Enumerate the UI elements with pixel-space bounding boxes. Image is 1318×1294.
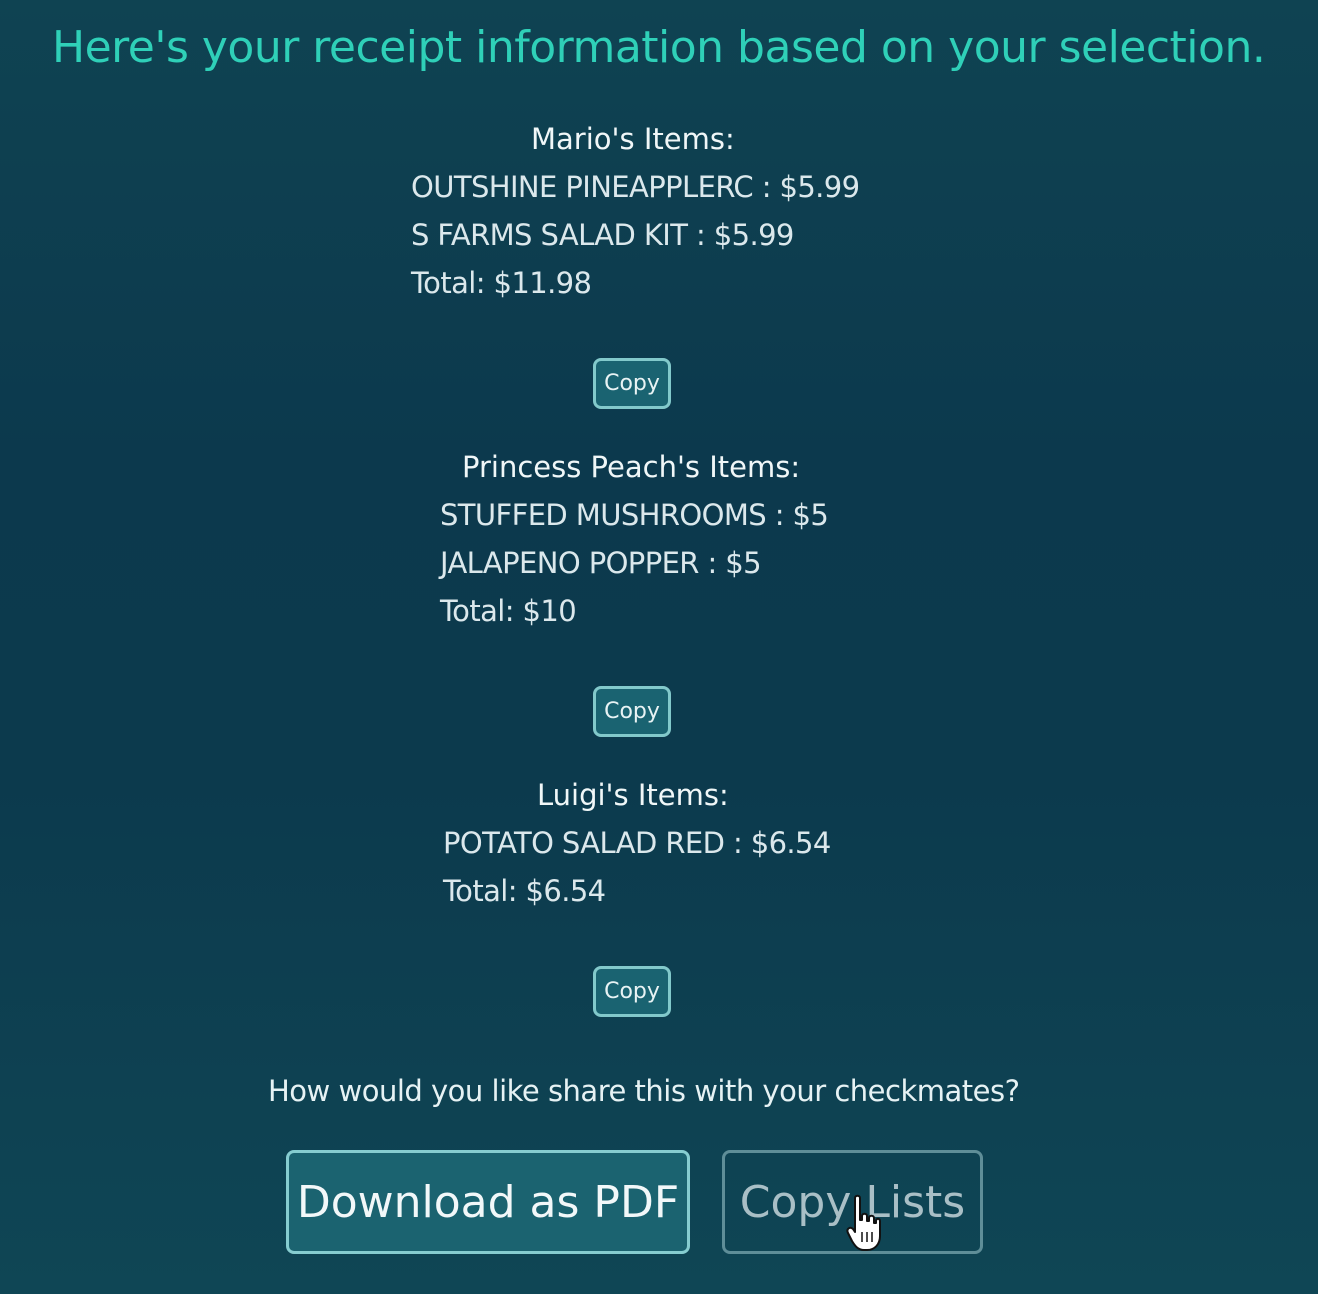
item-line: OUTSHINE PINEAPPLERC : $5.99	[411, 170, 860, 204]
item-line: JALAPENO POPPER : $5	[440, 546, 762, 580]
item-line: POTATO SALAD RED : $6.54	[443, 826, 831, 860]
copy-button-mario[interactable]: Copy	[593, 358, 671, 409]
person-title-mario: Mario's Items:	[531, 122, 735, 156]
person-title-peach: Princess Peach's Items:	[462, 450, 801, 484]
hand-pointer-cursor-icon	[846, 1194, 881, 1251]
copy-button-luigi[interactable]: Copy	[593, 966, 671, 1017]
item-line: S FARMS SALAD KIT : $5.99	[411, 218, 794, 252]
share-question: How would you like share this with your …	[268, 1074, 1020, 1108]
total-line: Total: $6.54	[443, 874, 606, 908]
total-line: Total: $11.98	[411, 266, 592, 300]
receipt-headline: Here's your receipt information based on…	[52, 22, 1266, 73]
download-pdf-button[interactable]: Download as PDF	[286, 1150, 690, 1254]
copy-button-peach[interactable]: Copy	[593, 686, 671, 737]
item-line: STUFFED MUSHROOMS : $5	[440, 498, 829, 532]
person-title-luigi: Luigi's Items:	[537, 778, 729, 812]
total-line: Total: $10	[440, 594, 577, 628]
